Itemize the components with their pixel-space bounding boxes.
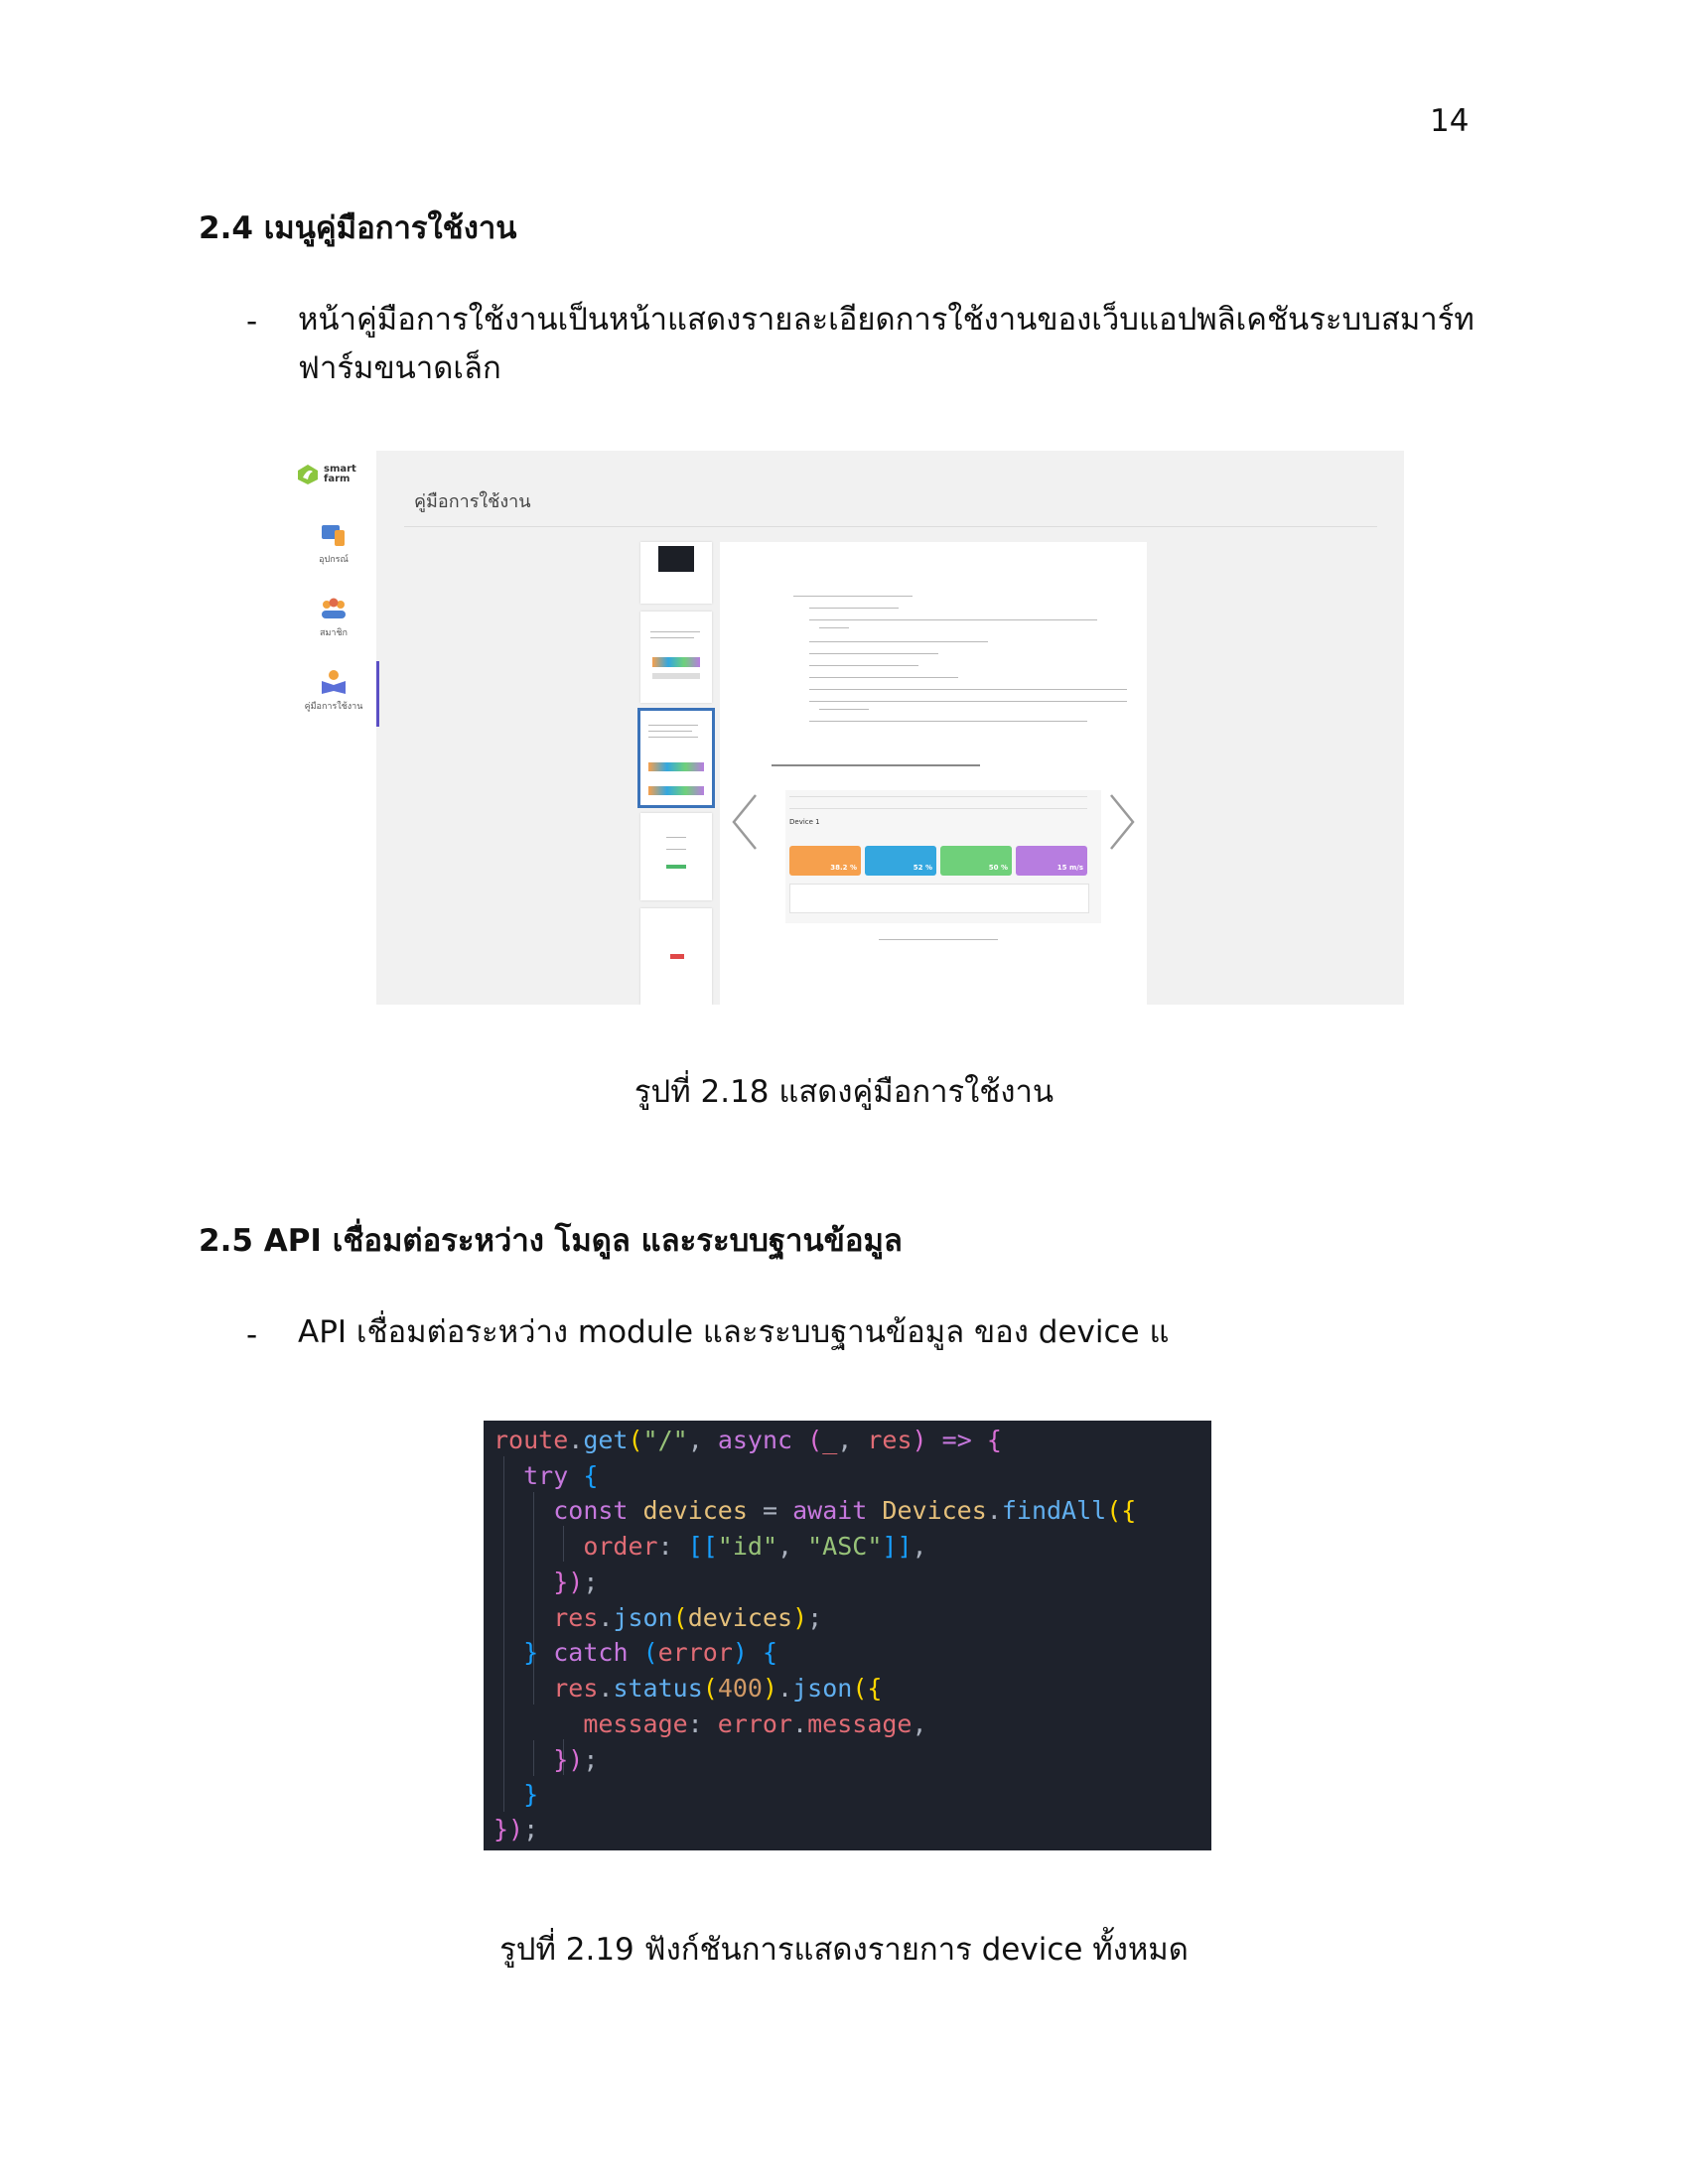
device-title: Device 1	[789, 818, 820, 826]
code-line: try {	[523, 1461, 599, 1490]
bullet-dash: -	[246, 1317, 258, 1353]
figure-caption: รูปที่ 2.19 ฟังก์ชันการแสดงรายการ device…	[499, 1932, 1189, 1968]
section-heading-2-5: 2.5 API เชื่อมต่อระหว่าง โมดูล และระบบฐา…	[199, 1223, 903, 1259]
sidebar-item-members[interactable]: สมาชิก	[291, 596, 376, 639]
sidebar-item-label: คู่มือการใช้งาน	[304, 702, 363, 712]
sidebar: smart farm อุปกรณ์ สมาชิก คู่มือการใช้งา…	[291, 451, 379, 1005]
stat-value: 52 %	[913, 864, 932, 872]
device-icon	[322, 525, 345, 546]
thumbnail-selected[interactable]	[637, 708, 715, 808]
stat-value: 15 m/s	[1056, 864, 1083, 872]
bullet-text: API เชื่อมต่อระหว่าง module และระบบฐานข้…	[298, 1314, 1170, 1350]
stat-card: 38.2 %	[789, 846, 861, 876]
bullet-line: ฟาร์มขนาดเล็ก	[298, 350, 501, 386]
figure-caption: รูปที่ 2.18 แสดงคู่มือการใช้งาน	[633, 1074, 1055, 1110]
thumbnail[interactable]	[640, 542, 712, 604]
stat-card: 50 %	[940, 846, 1012, 876]
manual-page-viewer: Device 1 38.2 % 52 % 50 % 15 m/s	[720, 542, 1147, 1005]
sidebar-item-devices[interactable]: อุปกรณ์	[291, 522, 376, 566]
previous-arrow-icon[interactable]	[730, 793, 760, 851]
members-icon	[322, 598, 346, 618]
sidebar-item-label: อุปกรณ์	[319, 555, 349, 565]
bullet-line: หน้าคู่มือการใช้งานเป็นหน้าแสดงรายละเอีย…	[298, 302, 1475, 338]
manual-icon	[322, 670, 346, 694]
next-arrow-icon[interactable]	[1107, 793, 1137, 851]
page-thumbnails[interactable]	[637, 542, 715, 1005]
code-line: });	[553, 1568, 599, 1596]
manual-page-screenshot: smart farm อุปกรณ์ สมาชิก คู่มือการใช้งา…	[291, 451, 1404, 1005]
logo-text: farm	[324, 474, 351, 484]
sidebar-item-manual[interactable]: คู่มือการใช้งาน	[291, 661, 379, 727]
dashboard-preview: Device 1 38.2 % 52 % 50 % 15 m/s	[785, 790, 1101, 923]
bullet-dash: -	[246, 304, 258, 340]
sidebar-item-label: สมาชิก	[319, 628, 349, 638]
code-line: });	[553, 1745, 599, 1774]
stat-card: 15 m/s	[1016, 846, 1087, 876]
code-line: } catch (error) {	[523, 1638, 778, 1667]
code-line: });	[493, 1815, 539, 1843]
stat-value: 50 %	[988, 864, 1008, 872]
code-line: res.status(400).json({	[553, 1674, 883, 1703]
code-snippet: route.get("/", async (_, res) => { try {…	[484, 1421, 1211, 1850]
code-line: message: error.message,	[583, 1709, 927, 1738]
smart-farm-logo-icon	[298, 465, 318, 484]
code-line: res.json(devices);	[553, 1603, 823, 1632]
code-line: order: [["id", "ASC"]],	[583, 1532, 927, 1561]
divider	[404, 526, 1377, 527]
code-line: route.get("/", async (_, res) => {	[493, 1426, 1002, 1454]
page-title: คู่มือการใช้งาน	[414, 491, 531, 512]
page-number: 14	[1430, 103, 1470, 139]
code-line: const devices = await Devices.findAll({	[553, 1496, 1137, 1525]
thumbnail[interactable]	[640, 612, 712, 703]
stat-card: 52 %	[865, 846, 936, 876]
thumbnail[interactable]	[640, 813, 712, 900]
bullet-text: หน้าคู่มือการใช้งานเป็นหน้าแสดงรายละเอีย…	[298, 296, 1489, 393]
code-line: }	[523, 1780, 539, 1809]
section-heading-2-4: 2.4 เมนูคู่มือการใช้งาน	[199, 210, 517, 246]
thumbnail[interactable]	[640, 908, 712, 1005]
logo: smart farm	[296, 463, 356, 486]
stat-value: 38.2 %	[830, 864, 857, 872]
